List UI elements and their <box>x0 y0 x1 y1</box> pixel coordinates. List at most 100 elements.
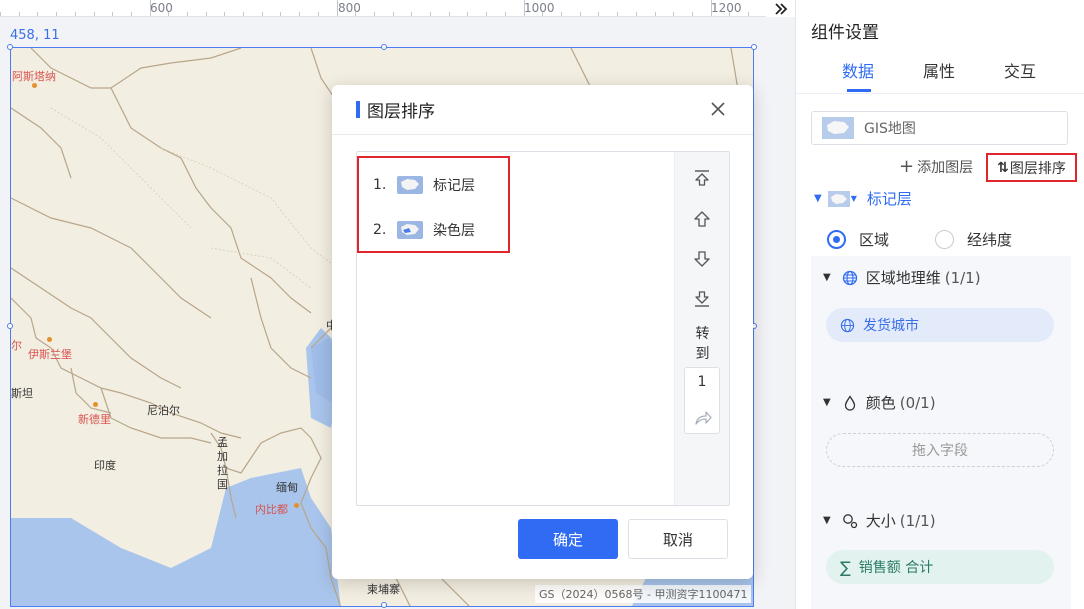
active-tab-indicator <box>847 89 871 92</box>
chevron-down-icon[interactable]: ▼ <box>851 194 857 203</box>
ruler-tick <box>75 12 76 16</box>
ruler-tick <box>374 12 375 16</box>
goto-stepper[interactable]: 1 <box>684 367 720 434</box>
ruler-tick <box>580 12 581 16</box>
resize-handle[interactable] <box>381 602 387 608</box>
sort-icon: ⇅ <box>997 159 1009 176</box>
move-up-icon[interactable] <box>690 207 714 231</box>
map-thumbnail-icon <box>827 190 850 207</box>
chevron-down-icon[interactable]: ▼ <box>823 272 831 283</box>
resize-handle[interactable] <box>751 44 757 50</box>
close-icon[interactable] <box>709 100 727 118</box>
move-to-bottom-icon[interactable] <box>690 287 714 311</box>
cancel-button[interactable]: 取消 <box>628 519 728 559</box>
highlight-annotation <box>357 156 510 253</box>
map-label-cambodia: 柬埔寨 <box>367 583 400 596</box>
horizontal-ruler: 600 800 1000 1200 <box>0 0 766 17</box>
ruler-tick <box>748 12 749 16</box>
globe-icon <box>842 270 858 286</box>
section-count: (1/1) <box>944 268 981 287</box>
gis-map-selector[interactable]: GIS地图 <box>811 111 1068 145</box>
chevron-down-icon[interactable]: ▼ <box>823 515 831 526</box>
city-dot <box>294 503 299 508</box>
ruler-tick <box>131 12 132 16</box>
ruler-label: 600 <box>150 1 173 15</box>
section-region[interactable]: ▼ 区域地理维 (1/1) <box>823 267 981 288</box>
radio-region[interactable]: 区域 <box>827 229 889 250</box>
ruler-tick <box>467 12 468 16</box>
add-layer-label: 添加图层 <box>917 160 974 176</box>
section-count: (0/1) <box>899 393 936 412</box>
tab-data[interactable]: 数据 <box>842 58 874 82</box>
radio-latlng[interactable]: 经纬度 <box>935 229 1012 250</box>
double-chevron-right-icon[interactable] <box>766 0 795 17</box>
radio-circle[interactable] <box>827 230 846 249</box>
field-pill-sales[interactable]: ∑ 销售额 合计 <box>826 550 1054 584</box>
go-arrow-icon[interactable] <box>693 408 713 428</box>
field-name: 销售额 合计 <box>858 560 934 576</box>
map-label-tan: 斯坦 <box>11 387 33 400</box>
layer-order-tools: 转 到 1 <box>674 152 729 505</box>
dialog-header: 图层排序 <box>332 85 753 135</box>
section-title: 大小 <box>865 512 896 530</box>
add-layer-button[interactable]: + 添加图层 <box>899 157 973 177</box>
size-circles-icon <box>842 513 858 529</box>
layer-order-box: 1. 标记层 2. 染色层 转 到 1 <box>356 151 730 506</box>
map-label-islamabad: 伊斯兰堡 <box>28 348 72 361</box>
dialog-title: 图层排序 <box>367 102 435 122</box>
ruler-tick <box>617 12 618 16</box>
ruler-tick <box>337 0 338 16</box>
selection-coordinates: 458, 11 <box>10 28 60 43</box>
ruler-tick <box>449 12 450 16</box>
field-sections: ▼ 区域地理维 (1/1) 发货城市 ▼ 颜色 (0/1) 拖入字段 ▼ 大小 … <box>811 256 1071 609</box>
layer-title: 标记层 <box>866 190 912 208</box>
ruler-tick <box>206 12 207 16</box>
title-accent-bar <box>356 101 360 118</box>
resize-handle[interactable] <box>7 323 13 329</box>
field-pill-city[interactable]: 发货城市 <box>826 308 1054 342</box>
move-to-top-icon[interactable] <box>690 166 714 190</box>
section-size[interactable]: ▼ 大小 (1/1) <box>823 510 936 531</box>
ruler-tick <box>673 12 674 16</box>
map-label-astana: 阿斯塔纳 <box>12 70 56 83</box>
layer-header-marker[interactable]: ▼ ▼ 标记层 <box>814 188 912 209</box>
plus-icon: + <box>899 156 915 177</box>
field-drop-zone[interactable]: 拖入字段 <box>826 433 1054 467</box>
chevron-down-icon[interactable]: ▼ <box>823 397 831 408</box>
map-label-naypyidaw: 内比都 <box>255 503 288 516</box>
goto-label: 转 到 <box>695 326 710 362</box>
ruler-tick <box>505 12 506 16</box>
resize-handle[interactable] <box>381 44 387 50</box>
ruler-tick <box>112 12 113 16</box>
chevron-down-icon[interactable]: ▼ <box>814 193 822 204</box>
ruler-label: 1200 <box>711 1 742 15</box>
radio-circle[interactable] <box>935 230 954 249</box>
ruler-tick <box>299 12 300 16</box>
section-color[interactable]: ▼ 颜色 (0/1) <box>823 392 936 413</box>
ruler-label: 1000 <box>524 1 555 15</box>
section-title: 区域地理维 <box>865 269 941 287</box>
design-canvas[interactable]: 600 800 1000 1200 458, 11 阿斯塔纳 尔 伊斯兰堡 斯坦… <box>0 0 795 609</box>
sort-layer-label: 图层排序 <box>1009 160 1066 177</box>
section-title: 颜色 <box>865 394 896 412</box>
tab-properties[interactable]: 属性 <box>923 58 955 82</box>
ruler-tick <box>168 12 169 16</box>
map-label-nepal: 尼泊尔 <box>147 404 180 417</box>
ruler-tick <box>150 0 151 16</box>
tab-interaction[interactable]: 交互 <box>1004 58 1036 82</box>
globe-icon <box>840 318 855 333</box>
confirm-button[interactable]: 确定 <box>518 519 618 559</box>
sort-layer-button[interactable]: ⇅ 图层排序 <box>986 153 1077 182</box>
ruler-tick <box>561 12 562 16</box>
ruler-tick <box>37 12 38 16</box>
move-down-icon[interactable] <box>690 247 714 271</box>
map-label-india: 印度 <box>94 459 116 472</box>
ruler-tick <box>411 12 412 16</box>
panel-title: 组件设置 <box>811 23 879 43</box>
ruler-tick <box>711 0 712 16</box>
goto-input[interactable]: 1 <box>685 374 719 390</box>
ruler-tick <box>486 12 487 16</box>
ruler-tick <box>655 12 656 16</box>
field-name: 发货城市 <box>863 318 919 334</box>
resize-handle[interactable] <box>7 44 13 50</box>
